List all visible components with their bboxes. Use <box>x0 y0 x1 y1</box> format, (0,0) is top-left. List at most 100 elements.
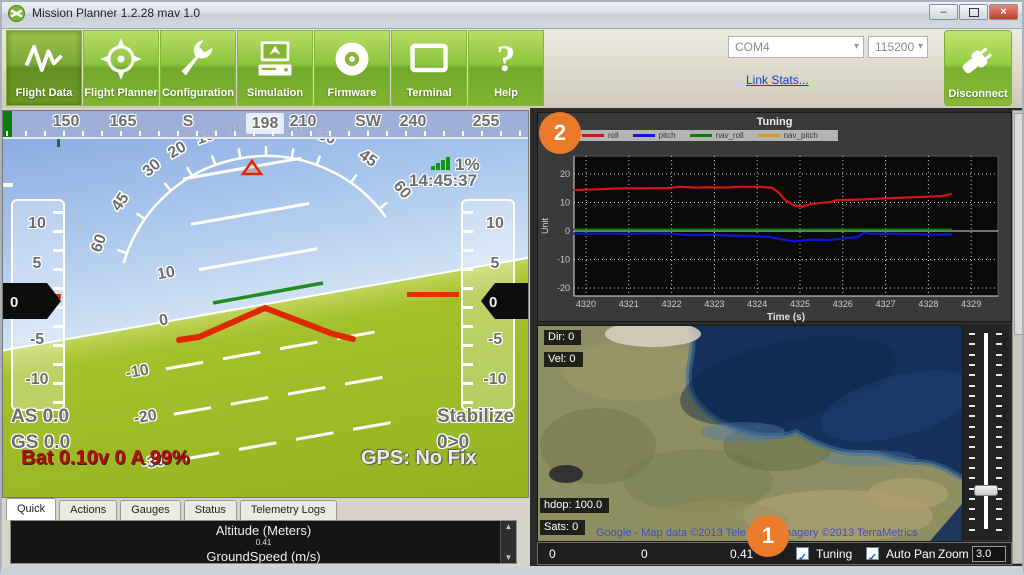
toolbar-button-help[interactable]: ?Help <box>468 30 544 106</box>
zoom-label: Zoom <box>938 547 969 561</box>
baud-rate-dropdown[interactable]: 115200 ▾ <box>868 36 928 58</box>
scale-tick <box>53 287 63 290</box>
zoom-tick <box>996 518 1002 520</box>
toolbar-button-flight-data[interactable]: Flight Data <box>6 30 82 106</box>
toolbar-button-simulation[interactable]: Simulation <box>237 30 313 106</box>
tuning-checkbox[interactable]: ✓ <box>796 547 809 560</box>
toolbar-button-label: Simulation <box>238 87 312 99</box>
zoom-tick <box>996 529 1002 531</box>
simulation-icon <box>253 37 297 81</box>
zoom-tick <box>969 426 975 428</box>
compass-tick <box>367 131 369 136</box>
zoom-tick <box>969 457 975 459</box>
scale-tick <box>463 287 473 290</box>
window-scrollbar[interactable] <box>1012 110 1024 564</box>
link-stats-link[interactable]: Link Stats... <box>746 73 809 87</box>
compass-tick <box>462 131 464 136</box>
right-panel: 4320432143224323432443254326432743284329… <box>530 108 1024 566</box>
svg-text:60: 60 <box>88 232 110 255</box>
zoom-tick <box>969 436 975 438</box>
hud-panel[interactable]: 100-10-20-30 604530201001020304560 105-5… <box>2 110 529 498</box>
tab-gauges[interactable]: Gauges <box>120 500 181 520</box>
maximize-button[interactable] <box>959 4 988 20</box>
compass-tick <box>82 131 84 136</box>
zoom-tick <box>996 446 1002 448</box>
map-zoom-slider[interactable] <box>963 325 1009 540</box>
tab-telemetry-logs[interactable]: Telemetry Logs <box>240 500 337 520</box>
zoom-slider-ticks <box>969 333 976 529</box>
close-button[interactable]: × <box>989 4 1018 20</box>
legend-entry-nav-roll[interactable]: nav_roll <box>690 131 744 140</box>
scale-tick <box>463 325 473 328</box>
toolbar-button-terminal[interactable]: Terminal <box>391 30 467 106</box>
zoom-tick <box>969 498 975 500</box>
disconnect-button[interactable]: Disconnect <box>944 30 1012 106</box>
check-icon: ✓ <box>798 552 807 564</box>
toolbar-button-label: Flight Data <box>7 87 81 99</box>
compass-tick <box>272 131 274 136</box>
toolbar-button-firmware[interactable]: Firmware <box>314 30 390 106</box>
compass-tick <box>424 131 426 136</box>
zoom-tick <box>996 405 1002 407</box>
scale-tick <box>463 268 473 271</box>
compass-label: SW <box>355 113 381 131</box>
zoom-tick <box>969 467 975 469</box>
status-value-0: 0 <box>549 547 556 561</box>
scale-tick <box>53 230 63 233</box>
compass-tick <box>481 131 483 136</box>
quick-row-label: Altitude (Meters) <box>11 521 516 538</box>
flight-mode-readout: Stabilize <box>437 406 514 428</box>
scroll-down-icon[interactable]: ▼ <box>501 553 516 562</box>
zoom-slider-handle[interactable] <box>974 485 998 496</box>
legend-label: nav_roll <box>716 131 744 140</box>
chevron-down-icon: ▾ <box>918 37 923 57</box>
toolbar-button-label: Terminal <box>392 87 466 99</box>
gps-status: GPS: No Fix <box>361 447 477 470</box>
map-panel[interactable]: Dir: 0 Vel: 0 hdop: 100.0 Sats: 0 Google… <box>537 325 963 542</box>
com-port-value: COM4 <box>735 40 770 54</box>
compass-tick <box>519 131 521 136</box>
zoom-tick <box>969 395 975 397</box>
scroll-up-icon[interactable]: ▲ <box>501 522 516 531</box>
legend-entry-nav-pitch[interactable]: nav_pitch <box>758 131 818 140</box>
tab-status[interactable]: Status <box>184 500 237 520</box>
zoom-tick <box>969 343 975 345</box>
quick-scrollbar[interactable]: ▲ ▼ <box>500 521 516 563</box>
chart-legend[interactable]: roll pitch nav_roll nav_pitch <box>576 130 838 141</box>
terminal-icon <box>407 37 451 81</box>
svg-text:4326: 4326 <box>833 299 853 309</box>
com-port-dropdown[interactable]: COM4 ▾ <box>728 36 864 58</box>
quick-row-value: 0.41 <box>11 538 516 547</box>
zoom-tick <box>996 457 1002 459</box>
hud-clock: 14:45:37 <box>409 171 477 191</box>
legend-entry-roll[interactable]: roll <box>582 131 619 140</box>
compass-tick <box>329 131 331 136</box>
legend-entry-pitch[interactable]: pitch <box>633 131 676 140</box>
scrollbar-thumb[interactable] <box>1014 113 1024 335</box>
window-titlebar[interactable]: Mission Planner 1.2.28 mav 1.0 – × <box>0 0 1024 29</box>
scale-tick <box>53 325 63 328</box>
toolbar-button-flight-planner[interactable]: Flight Planner <box>83 30 159 106</box>
svg-text:20: 20 <box>165 138 189 162</box>
auto-pan-checkbox[interactable]: ✓ <box>866 547 879 560</box>
tuning-graph-panel[interactable]: 4320432143224323432443254326432743284329… <box>537 112 1012 322</box>
scale-tick <box>463 382 473 385</box>
compass-tick <box>405 131 407 136</box>
airspeed-readout: AS 0.0 <box>11 406 69 428</box>
zoom-slider-track[interactable] <box>984 333 988 529</box>
quick-data-panel: Altitude (Meters)0.41GroundSpeed (m/s) ▲… <box>10 520 517 564</box>
minimize-button[interactable]: – <box>929 4 958 20</box>
svg-text:4322: 4322 <box>662 299 682 309</box>
svg-text:4329: 4329 <box>961 299 981 309</box>
zoom-tick <box>996 374 1002 376</box>
toolbar-button-configuration[interactable]: Configuration <box>160 30 236 106</box>
zoom-tick <box>996 385 1002 387</box>
graph-title: Tuning <box>538 116 1011 128</box>
zoom-level-input[interactable]: 3.0 <box>972 546 1006 562</box>
compass-tick <box>177 131 179 136</box>
tab-quick[interactable]: Quick <box>6 498 56 520</box>
signal-strength-icon <box>431 157 451 170</box>
svg-text:4323: 4323 <box>704 299 724 309</box>
tab-actions[interactable]: Actions <box>59 500 117 520</box>
main-toolbar: Flight DataFlight PlannerConfigurationSi… <box>2 29 1022 108</box>
